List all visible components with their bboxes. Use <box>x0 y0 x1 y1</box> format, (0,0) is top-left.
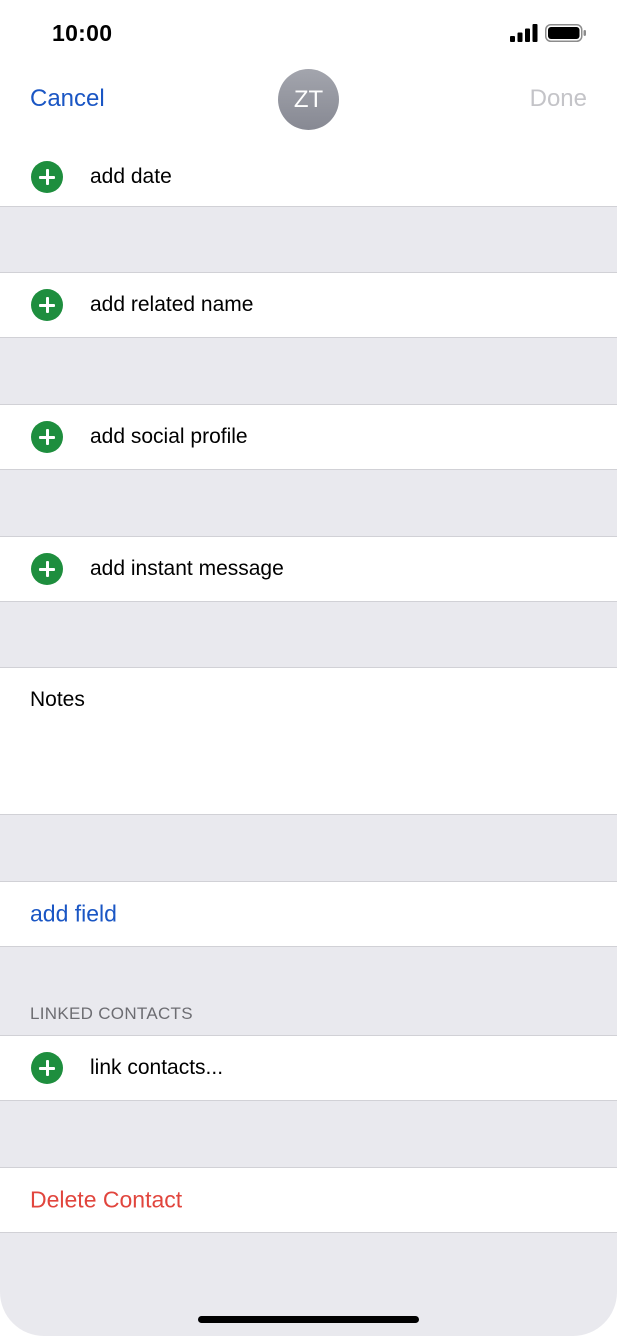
add-social-profile-label: add social profile <box>90 425 248 448</box>
nav-header: Cancel ZT Done <box>0 60 617 149</box>
status-bar: 10:00 <box>0 0 617 60</box>
add-related-name-row[interactable]: add related name <box>0 272 617 338</box>
notes-field[interactable]: Notes <box>0 667 617 815</box>
add-social-profile-row[interactable]: add social profile <box>0 404 617 470</box>
contact-edit-screen: 10:00 Cancel ZT Done add date add relate… <box>0 0 617 1336</box>
add-circle-icon <box>31 161 63 193</box>
avatar[interactable]: ZT <box>278 69 339 130</box>
notes-label: Notes <box>30 688 85 711</box>
cancel-button[interactable]: Cancel <box>30 85 105 113</box>
delete-contact-row[interactable]: Delete Contact <box>0 1167 617 1233</box>
add-instant-message-row[interactable]: add instant message <box>0 536 617 602</box>
cellular-signal-icon <box>510 24 538 42</box>
add-field-row[interactable]: add field <box>0 881 617 947</box>
home-indicator[interactable] <box>198 1316 419 1323</box>
add-circle-icon <box>31 421 63 453</box>
done-button[interactable]: Done <box>530 85 587 113</box>
add-instant-message-label: add instant message <box>90 557 284 580</box>
add-related-name-label: add related name <box>90 293 254 316</box>
add-date-label: add date <box>90 165 172 188</box>
add-field-button[interactable]: add field <box>30 901 117 928</box>
status-time: 10:00 <box>52 20 113 46</box>
link-contacts-label: link contacts... <box>90 1056 224 1079</box>
link-contacts-row[interactable]: link contacts... <box>0 1035 617 1101</box>
battery-icon <box>545 24 586 42</box>
linked-contacts-header: LINKED CONTACTS <box>30 1004 193 1023</box>
add-circle-icon <box>31 553 63 585</box>
add-circle-icon <box>31 289 63 321</box>
delete-contact-button[interactable]: Delete Contact <box>30 1187 182 1214</box>
add-date-row[interactable]: add date <box>0 142 617 207</box>
add-circle-icon <box>31 1052 63 1084</box>
